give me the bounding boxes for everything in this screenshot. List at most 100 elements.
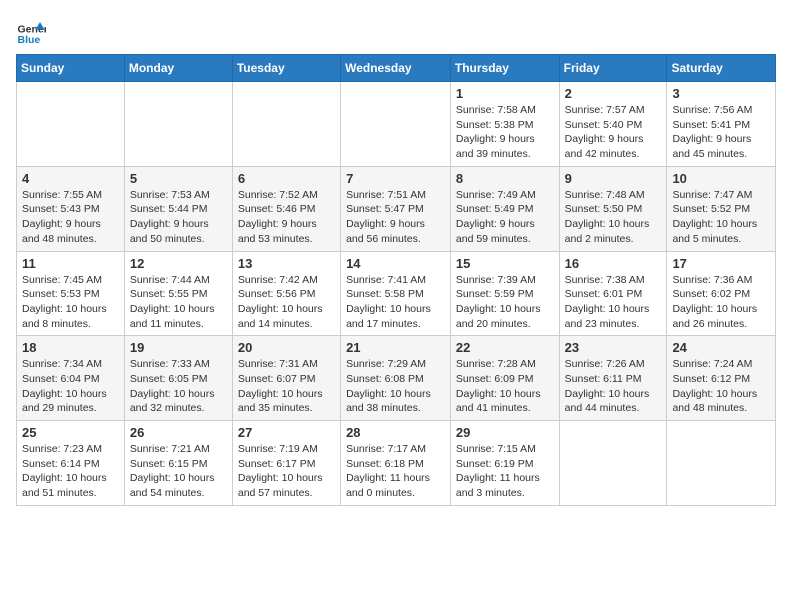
day-number: 29 (456, 425, 554, 440)
calendar-cell (667, 421, 776, 506)
day-number: 19 (130, 340, 227, 355)
weekday-header-cell: Wednesday (341, 55, 451, 82)
calendar-cell: 14Sunrise: 7:41 AM Sunset: 5:58 PM Dayli… (341, 251, 451, 336)
calendar-body: 1 Sunrise: 7:58 AM Sunset: 5:38 PM Daylig… (17, 82, 776, 506)
calendar-cell: 4 Sunrise: 7:55 AM Sunset: 5:43 PM Daylig… (17, 166, 125, 251)
day-number: 14 (346, 256, 445, 271)
day-info: Sunrise: 7:58 AM Sunset: 5:38 PM Dayligh… (456, 103, 554, 162)
day-info: Sunrise: 7:21 AM Sunset: 6:15 PM Dayligh… (130, 442, 227, 501)
calendar-cell: 10 Sunrise: 7:47 AM Sunset: 5:52 PM Dayli… (667, 166, 776, 251)
calendar-cell (559, 421, 667, 506)
day-info: Sunrise: 7:52 AM Sunset: 5:46 PM Dayligh… (238, 188, 335, 247)
calendar-cell: 26 Sunrise: 7:21 AM Sunset: 6:15 PM Dayli… (124, 421, 232, 506)
day-info: Sunrise: 7:28 AM Sunset: 6:09 PM Dayligh… (456, 357, 554, 416)
calendar-table: SundayMondayTuesdayWednesdayThursdayFrid… (16, 54, 776, 506)
calendar-cell: 16 Sunrise: 7:38 AM Sunset: 6:01 PM Dayli… (559, 251, 667, 336)
calendar-cell: 8 Sunrise: 7:49 AM Sunset: 5:49 PM Daylig… (450, 166, 559, 251)
calendar-cell: 7Sunrise: 7:51 AM Sunset: 5:47 PM Daylig… (341, 166, 451, 251)
day-info: Sunrise: 7:56 AM Sunset: 5:41 PM Dayligh… (672, 103, 770, 162)
day-info: Sunrise: 7:36 AM Sunset: 6:02 PM Dayligh… (672, 273, 770, 332)
day-number: 27 (238, 425, 335, 440)
day-info: Sunrise: 7:38 AM Sunset: 6:01 PM Dayligh… (565, 273, 662, 332)
day-number: 9 (565, 171, 662, 186)
day-info: Sunrise: 7:53 AM Sunset: 5:44 PM Dayligh… (130, 188, 227, 247)
weekday-header-cell: Thursday (450, 55, 559, 82)
calendar-cell (17, 82, 125, 167)
day-info: Sunrise: 7:47 AM Sunset: 5:52 PM Dayligh… (672, 188, 770, 247)
day-number: 26 (130, 425, 227, 440)
calendar-week-row: 4 Sunrise: 7:55 AM Sunset: 5:43 PM Daylig… (17, 166, 776, 251)
day-number: 5 (130, 171, 227, 186)
calendar-cell: 19 Sunrise: 7:33 AM Sunset: 6:05 PM Dayli… (124, 336, 232, 421)
day-number: 2 (565, 86, 662, 101)
day-number: 10 (672, 171, 770, 186)
calendar-cell: 3 Sunrise: 7:56 AM Sunset: 5:41 PM Daylig… (667, 82, 776, 167)
calendar-cell: 23Sunrise: 7:26 AM Sunset: 6:11 PM Dayli… (559, 336, 667, 421)
calendar-cell: 1 Sunrise: 7:58 AM Sunset: 5:38 PM Daylig… (450, 82, 559, 167)
calendar-cell: 28Sunrise: 7:17 AM Sunset: 6:18 PM Dayli… (341, 421, 451, 506)
calendar-cell: 27 Sunrise: 7:19 AM Sunset: 6:17 PM Dayli… (232, 421, 340, 506)
day-info: Sunrise: 7:23 AM Sunset: 6:14 PM Dayligh… (22, 442, 119, 501)
weekday-header-cell: Sunday (17, 55, 125, 82)
day-number: 18 (22, 340, 119, 355)
day-info: Sunrise: 7:57 AM Sunset: 5:40 PM Dayligh… (565, 103, 662, 162)
day-number: 13 (238, 256, 335, 271)
calendar-cell: 21 Sunrise: 7:29 AM Sunset: 6:08 PM Dayli… (341, 336, 451, 421)
day-number: 11 (22, 256, 119, 271)
day-number: 3 (672, 86, 770, 101)
day-number: 4 (22, 171, 119, 186)
day-number: 23 (565, 340, 662, 355)
day-info: Sunrise: 7:33 AM Sunset: 6:05 PM Dayligh… (130, 357, 227, 416)
day-info: Sunrise: 7:31 AM Sunset: 6:07 PM Dayligh… (238, 357, 335, 416)
calendar-cell: 29 Sunrise: 7:15 AM Sunset: 6:19 PM Dayli… (450, 421, 559, 506)
day-info: Sunrise: 7:48 AM Sunset: 5:50 PM Dayligh… (565, 188, 662, 247)
calendar-cell: 13 Sunrise: 7:42 AM Sunset: 5:56 PM Dayli… (232, 251, 340, 336)
day-info: Sunrise: 7:17 AM Sunset: 6:18 PM Dayligh… (346, 442, 445, 501)
calendar-week-row: 11 Sunrise: 7:45 AM Sunset: 5:53 PM Dayli… (17, 251, 776, 336)
calendar-cell: 6 Sunrise: 7:52 AM Sunset: 5:46 PM Daylig… (232, 166, 340, 251)
calendar-cell: 24Sunrise: 7:24 AM Sunset: 6:12 PM Dayli… (667, 336, 776, 421)
weekday-header-cell: Monday (124, 55, 232, 82)
logo: General Blue (16, 16, 46, 46)
day-number: 17 (672, 256, 770, 271)
day-info: Sunrise: 7:29 AM Sunset: 6:08 PM Dayligh… (346, 357, 445, 416)
day-info: Sunrise: 7:15 AM Sunset: 6:19 PM Dayligh… (456, 442, 554, 501)
day-info: Sunrise: 7:51 AM Sunset: 5:47 PM Dayligh… (346, 188, 445, 247)
day-number: 6 (238, 171, 335, 186)
day-number: 1 (456, 86, 554, 101)
day-info: Sunrise: 7:55 AM Sunset: 5:43 PM Dayligh… (22, 188, 119, 247)
svg-text:Blue: Blue (18, 34, 41, 46)
calendar-cell: 18Sunrise: 7:34 AM Sunset: 6:04 PM Dayli… (17, 336, 125, 421)
day-number: 16 (565, 256, 662, 271)
weekday-header-cell: Tuesday (232, 55, 340, 82)
day-number: 12 (130, 256, 227, 271)
weekday-header-cell: Saturday (667, 55, 776, 82)
day-number: 20 (238, 340, 335, 355)
calendar-cell: 25 Sunrise: 7:23 AM Sunset: 6:14 PM Dayli… (17, 421, 125, 506)
calendar-cell (232, 82, 340, 167)
day-info: Sunrise: 7:19 AM Sunset: 6:17 PM Dayligh… (238, 442, 335, 501)
calendar-cell: 17 Sunrise: 7:36 AM Sunset: 6:02 PM Dayli… (667, 251, 776, 336)
day-number: 25 (22, 425, 119, 440)
calendar-cell: 12 Sunrise: 7:44 AM Sunset: 5:55 PM Dayli… (124, 251, 232, 336)
calendar-cell: 5 Sunrise: 7:53 AM Sunset: 5:44 PM Daylig… (124, 166, 232, 251)
day-number: 22 (456, 340, 554, 355)
calendar-cell: 11 Sunrise: 7:45 AM Sunset: 5:53 PM Dayli… (17, 251, 125, 336)
day-number: 8 (456, 171, 554, 186)
day-number: 15 (456, 256, 554, 271)
day-info: Sunrise: 7:42 AM Sunset: 5:56 PM Dayligh… (238, 273, 335, 332)
calendar-cell: 22 Sunrise: 7:28 AM Sunset: 6:09 PM Dayli… (450, 336, 559, 421)
calendar-cell (341, 82, 451, 167)
calendar-week-row: 25 Sunrise: 7:23 AM Sunset: 6:14 PM Dayli… (17, 421, 776, 506)
weekday-header: SundayMondayTuesdayWednesdayThursdayFrid… (17, 55, 776, 82)
day-info: Sunrise: 7:49 AM Sunset: 5:49 PM Dayligh… (456, 188, 554, 247)
day-info: Sunrise: 7:45 AM Sunset: 5:53 PM Dayligh… (22, 273, 119, 332)
header: General Blue (16, 16, 776, 46)
calendar-cell: 15Sunrise: 7:39 AM Sunset: 5:59 PM Dayli… (450, 251, 559, 336)
day-info: Sunrise: 7:44 AM Sunset: 5:55 PM Dayligh… (130, 273, 227, 332)
calendar-cell: 20 Sunrise: 7:31 AM Sunset: 6:07 PM Dayli… (232, 336, 340, 421)
logo-icon: General Blue (16, 16, 46, 46)
day-number: 21 (346, 340, 445, 355)
calendar-week-row: 18Sunrise: 7:34 AM Sunset: 6:04 PM Dayli… (17, 336, 776, 421)
day-info: Sunrise: 7:24 AM Sunset: 6:12 PM Dayligh… (672, 357, 770, 416)
